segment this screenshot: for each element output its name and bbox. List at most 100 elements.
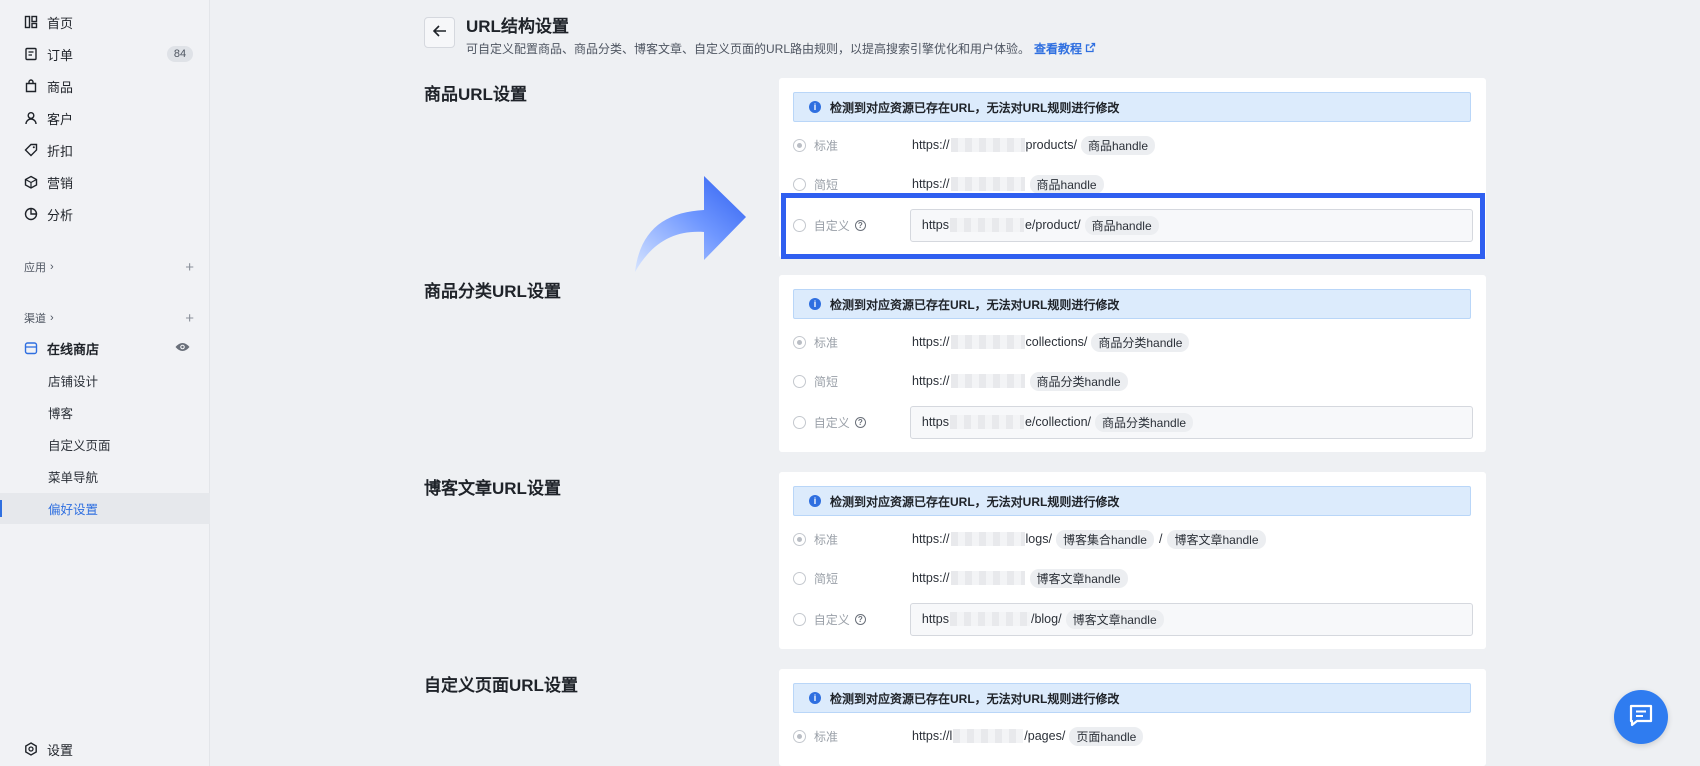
radio-standard[interactable] [793, 335, 806, 349]
option-label: 自定义 [813, 612, 850, 627]
option-label: 标准 [814, 729, 839, 744]
collection-url-section-title: 商品分类URL设置 [424, 282, 561, 301]
product-url-section-title: 商品URL设置 [424, 85, 527, 104]
sidebar-item-menu-navigation[interactable]: 菜单导航 [0, 461, 210, 492]
radio-custom[interactable] [793, 612, 806, 626]
url-preview: https:// logs/博客集合handle / 博客文章handle [912, 529, 1266, 549]
add-app-icon[interactable]: + [185, 259, 194, 276]
sidebar-item-label: 营销 [47, 175, 74, 191]
eye-icon[interactable] [175, 341, 190, 356]
sidebar-item-products[interactable]: 商品 [0, 71, 210, 101]
home-icon [24, 15, 38, 29]
chat-button[interactable] [1614, 690, 1668, 744]
analytics-icon [24, 207, 38, 221]
highlight-box [781, 193, 1485, 259]
apps-section-header[interactable]: 应用 › + [24, 259, 194, 276]
redacted-domain [950, 138, 1025, 152]
option-custom: 自定义? https/blog/博客文章handle [793, 602, 1473, 636]
radio-custom[interactable] [793, 415, 806, 429]
sidebar-item-blog[interactable]: 博客 [0, 397, 210, 428]
back-button[interactable] [424, 17, 455, 48]
alert-text: 检测到对应资源已存在URL，无法对URL规则进行修改 [830, 494, 1120, 509]
help-icon[interactable]: ? [854, 613, 866, 625]
sidebar-item-custom-pages[interactable]: 自定义页面 [0, 429, 210, 460]
radio-short[interactable] [793, 571, 806, 585]
url-prefix: https [921, 415, 949, 429]
info-alert: i 检测到对应资源已存在URL，无法对URL规则进行修改 [793, 92, 1471, 122]
order-icon [24, 47, 38, 61]
sidebar-item-discounts[interactable]: 折扣 [0, 135, 210, 165]
chevron-right-icon: › [50, 261, 54, 273]
description-text: 可自定义配置商品、商品分类、博客文章、自定义页面的URL路由规则，以提高搜索引擎… [466, 42, 1031, 56]
blog-url-section-title: 博客文章URL设置 [424, 479, 561, 498]
option-label: 标准 [814, 335, 839, 350]
radio-short[interactable] [793, 177, 806, 191]
option-label-custom: 自定义? [814, 611, 910, 628]
option-label: 简短 [814, 374, 839, 389]
help-icon[interactable]: ? [854, 416, 866, 428]
url-prefix: https [921, 612, 949, 626]
sidebar-item-analytics[interactable]: 分析 [0, 199, 210, 229]
option-short: 简短 https:// 博客文章handle [793, 566, 1473, 590]
sidebar-item-marketing[interactable]: 营销 [0, 167, 210, 197]
info-icon: i [809, 298, 821, 310]
page-url-section-title: 自定义页面URL设置 [424, 676, 578, 695]
sidebar-item-label: 商品 [47, 79, 74, 95]
sidebar-item-label: 在线商店 [47, 341, 100, 357]
info-alert: i 检测到对应资源已存在URL，无法对URL规则进行修改 [793, 289, 1471, 319]
info-alert: i 检测到对应资源已存在URL，无法对URL规则进行修改 [793, 486, 1471, 516]
option-standard: 标准 https:// products/商品handle [793, 133, 1473, 157]
sidebar-item-store-design[interactable]: 店铺设计 [0, 365, 210, 396]
url-path: collections/ [1025, 335, 1088, 349]
url-prefix: https:// [912, 532, 950, 546]
option-label: 标准 [814, 138, 839, 153]
radio-short[interactable] [793, 374, 806, 388]
redacted-domain [950, 374, 1025, 388]
add-channel-icon[interactable]: + [185, 310, 194, 327]
redacted-domain [949, 612, 1030, 626]
alert-text: 检测到对应资源已存在URL，无法对URL规则进行修改 [830, 100, 1120, 115]
custom-url-input[interactable]: https/blog/博客文章handle [909, 602, 1473, 636]
option-label: 简短 [814, 571, 839, 586]
sidebar-item-preferences[interactable]: 偏好设置 [0, 493, 210, 524]
handle-tag: 商品分类handle [1029, 371, 1128, 391]
radio-standard[interactable] [793, 138, 806, 152]
option-short: 简短 https:// 商品分类handle [793, 369, 1473, 393]
sidebar-item-label: 客户 [47, 111, 74, 127]
option-label: 简短 [814, 177, 839, 192]
info-icon: i [809, 692, 821, 704]
redacted-domain [950, 571, 1025, 585]
handle-tag: 商品handle [1029, 174, 1104, 194]
url-prefix: https://l [912, 729, 953, 743]
sidebar-item-label: 设置 [47, 742, 74, 758]
custom-url-input[interactable]: https e/collection/商品分类handle [909, 405, 1473, 439]
store-icon [24, 341, 38, 355]
chevron-right-icon: › [50, 312, 54, 324]
option-label: 自定义 [813, 415, 850, 430]
channels-section-header[interactable]: 渠道 › + [24, 310, 194, 327]
arrow-left-icon [432, 24, 447, 42]
sidebar-item-online-store[interactable]: 在线商店 [0, 333, 210, 363]
radio-standard[interactable] [793, 532, 806, 546]
redacted-domain [949, 415, 1024, 429]
alert-text: 检测到对应资源已存在URL，无法对URL规则进行修改 [830, 297, 1120, 312]
url-prefix: https:// [912, 335, 950, 349]
url-path: logs/ [1025, 532, 1052, 546]
discount-icon [24, 143, 38, 157]
handle-tag: 商品分类handle [1091, 332, 1190, 352]
sidebar-item-settings[interactable]: 设置 [0, 734, 210, 764]
option-standard: 标准 https://l/pages/页面handle [793, 724, 1473, 748]
option-label-custom: 自定义? [814, 414, 910, 431]
option-standard: 标准 https:// collections/商品分类handle [793, 330, 1473, 354]
redacted-domain [950, 335, 1025, 349]
url-path: products/ [1025, 138, 1077, 152]
sidebar-item-orders[interactable]: 订单 84 [0, 39, 210, 69]
sidebar-item-customers[interactable]: 客户 [0, 103, 210, 133]
url-preview: https:// 商品handle [912, 174, 1104, 194]
radio-standard[interactable] [793, 729, 806, 743]
sidebar-item-home[interactable]: 首页 [0, 7, 210, 37]
alert-text: 检测到对应资源已存在URL，无法对URL规则进行修改 [830, 691, 1120, 706]
option-standard: 标准 https:// logs/博客集合handle / 博客文章handle [793, 527, 1473, 551]
tutorial-link[interactable]: 查看教程 [1034, 42, 1096, 56]
handle-tag: 页面handle [1069, 726, 1144, 746]
